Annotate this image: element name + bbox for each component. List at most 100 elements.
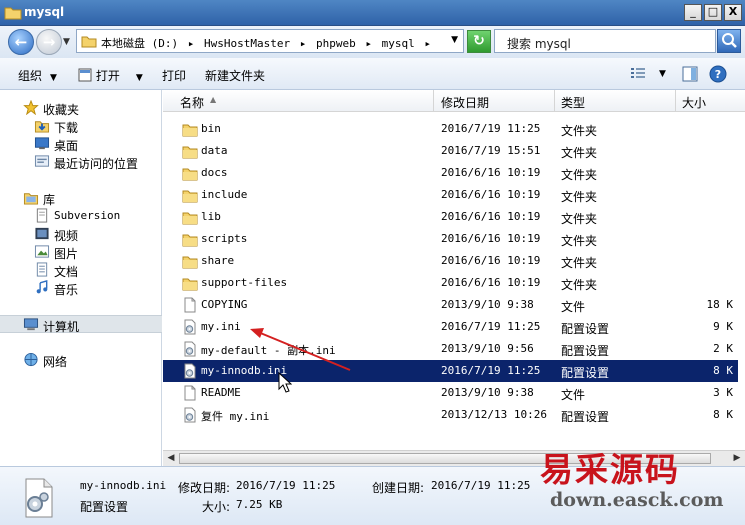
nav-recent-places[interactable]: 最近访问的位置: [0, 153, 162, 171]
file-row[interactable]: lib 2016/6/16 10:19 文件夹: [163, 206, 738, 228]
title-bar: mysql _ □ X: [0, 0, 745, 26]
breadcrumb-separator[interactable]: ▸: [365, 37, 372, 50]
file-row[interactable]: 复件 my.ini 2013/12/13 10:26 配置设置 8 K: [163, 404, 738, 426]
file-row[interactable]: include 2016/6/16 10:19 文件夹: [163, 184, 738, 206]
search-placeholder: 搜索 mysql: [507, 37, 571, 51]
nav-desktop-label: 桌面: [54, 139, 79, 153]
nav-subversion[interactable]: Subversion: [0, 207, 162, 225]
address-bar[interactable]: 本地磁盘 (D:) ▸ HwsHostMaster ▸ phpweb ▸ mys…: [76, 29, 464, 53]
organize-menu[interactable]: 组织 ▼: [18, 67, 57, 84]
file-type: 文件夹: [561, 168, 598, 182]
command-bar: 组织 ▼ 打开 ▼ 打印 新建文件夹 ▼ ?: [0, 58, 745, 90]
nav-downloads[interactable]: 下载: [0, 117, 162, 135]
nav-pictures-label: 图片: [54, 247, 79, 261]
nav-computer[interactable]: 计算机: [0, 315, 162, 334]
address-dropdown-icon[interactable]: ▼: [451, 35, 458, 45]
help-button[interactable]: ?: [709, 65, 727, 86]
nav-favorites[interactable]: 收藏夹: [0, 99, 162, 117]
file-row[interactable]: docs 2016/6/16 10:19 文件夹: [163, 162, 738, 184]
column-header-date[interactable]: 修改日期: [434, 90, 555, 112]
chevron-down-icon[interactable]: ▼: [659, 69, 666, 79]
nav-music-label: 音乐: [54, 283, 79, 297]
view-options-button[interactable]: [630, 66, 646, 83]
nav-desktop[interactable]: 桌面: [0, 135, 162, 153]
scroll-left-icon[interactable]: ◀: [164, 453, 178, 465]
file-type: 配置设置: [561, 366, 610, 380]
address-row: ← → ▼ 本地磁盘 (D:) ▸ HwsHostMaster ▸ phpweb…: [0, 26, 745, 58]
forward-arrow-icon: →: [42, 33, 56, 51]
open-button[interactable]: 打开 ▼: [78, 67, 143, 84]
back-arrow-icon: ←: [14, 33, 28, 51]
nav-network-label: 网络: [43, 355, 68, 369]
nav-libraries-label: 库: [43, 193, 56, 207]
subversion-library-icon: [36, 208, 48, 223]
forward-button[interactable]: →: [36, 29, 62, 55]
folder-icon: [182, 278, 198, 291]
breadcrumb-mysql[interactable]: mysql: [382, 37, 415, 50]
organize-label: 组织: [18, 69, 43, 83]
breadcrumb-phpweb[interactable]: phpweb: [316, 37, 356, 50]
folder-icon: [182, 168, 198, 181]
file-date: 2016/7/19 11:25: [441, 320, 541, 333]
file-date: 2016/6/16 10:19: [441, 254, 541, 267]
refresh-button[interactable]: ↻: [467, 30, 491, 53]
details-size-value: 7.25 KB: [236, 498, 283, 511]
pictures-icon: [34, 245, 50, 258]
column-header-type[interactable]: 类型: [555, 90, 676, 112]
nav-network[interactable]: 网络: [0, 351, 162, 369]
file-type: 文件: [561, 388, 586, 402]
file-row[interactable]: README 2013/9/10 9:38 文件 3 K: [163, 382, 738, 404]
search-button[interactable]: [717, 29, 741, 53]
file-row[interactable]: bin 2016/7/19 11:25 文件夹: [163, 118, 738, 140]
breadcrumb-hwshostmaster[interactable]: HwsHostMaster: [204, 37, 290, 50]
file-size: 8 K: [713, 364, 733, 377]
file-date: 2016/6/16 10:19: [441, 276, 541, 289]
minimize-button[interactable]: _: [684, 4, 702, 21]
details-size-label: 大小:: [202, 500, 231, 514]
watermark-brand: 易采源码: [540, 450, 680, 489]
details-filename: my-innodb.ini: [80, 479, 167, 492]
file-name: share: [201, 254, 235, 267]
preview-pane-button[interactable]: [682, 66, 698, 85]
column-type-label: 类型: [561, 96, 586, 110]
print-label: 打印: [162, 69, 187, 83]
search-input[interactable]: 搜索 mysql: [494, 29, 716, 53]
file-type: 文件夹: [561, 234, 598, 248]
nav-music[interactable]: 音乐: [0, 279, 162, 297]
file-date: 2016/7/19 11:25: [441, 122, 541, 135]
nav-documents[interactable]: 文档: [0, 261, 162, 279]
config-file-icon: [184, 407, 196, 423]
recent-pages-dropdown-icon[interactable]: ▼: [63, 37, 70, 47]
breadcrumb-separator[interactable]: ▸: [188, 37, 195, 50]
new-folder-button[interactable]: 新建文件夹: [205, 67, 265, 84]
file-row[interactable]: COPYING 2013/9/10 9:38 文件 18 K: [163, 294, 738, 316]
column-header-size[interactable]: 大小: [676, 90, 745, 112]
file-size: 3 K: [713, 386, 733, 399]
file-row[interactable]: scripts 2016/6/16 10:19 文件夹: [163, 228, 738, 250]
file-date: 2013/9/10 9:38: [441, 298, 534, 311]
network-icon: [24, 352, 38, 367]
nav-pictures[interactable]: 图片: [0, 243, 162, 261]
maximize-button[interactable]: □: [704, 4, 722, 21]
file-type: 配置设置: [561, 410, 610, 424]
column-header-name[interactable]: 名称 ▲: [163, 90, 434, 112]
file-row[interactable]: data 2016/7/19 15:51 文件夹: [163, 140, 738, 162]
nav-videos[interactable]: 视频: [0, 225, 162, 243]
nav-recent-label: 最近访问的位置: [54, 157, 139, 171]
print-button[interactable]: 打印: [162, 67, 186, 84]
libraries-icon: [23, 193, 39, 205]
folder-icon: [182, 234, 198, 247]
column-name-label: 名称: [180, 96, 205, 110]
ini-file-large-icon: [25, 478, 53, 518]
nav-libraries[interactable]: 库: [0, 189, 162, 207]
breadcrumb-separator[interactable]: ▸: [424, 37, 431, 50]
file-row[interactable]: share 2016/6/16 10:19 文件夹: [163, 250, 738, 272]
file-name: bin: [201, 122, 221, 135]
back-button[interactable]: ←: [8, 29, 34, 55]
file-name: lib: [201, 210, 221, 223]
file-size: 2 K: [713, 342, 733, 355]
close-button[interactable]: X: [724, 4, 742, 21]
breadcrumb-separator[interactable]: ▸: [300, 37, 307, 50]
breadcrumb-drive[interactable]: 本地磁盘 (D:): [101, 37, 178, 50]
file-row[interactable]: support-files 2016/6/16 10:19 文件夹: [163, 272, 738, 294]
